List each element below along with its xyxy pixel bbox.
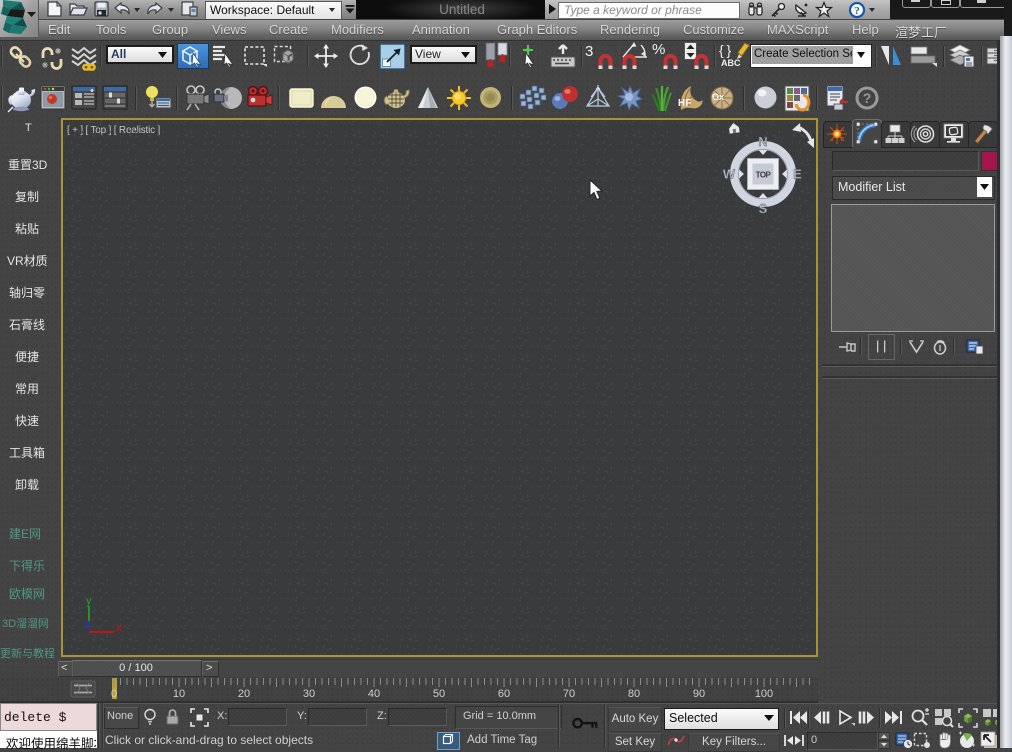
svg-text:20: 20 [238, 688, 250, 700]
svg-text:y: y [86, 595, 92, 607]
svg-text:?: ? [854, 5, 860, 17]
svg-text:0: 0 [111, 688, 117, 700]
svg-text:40: 40 [368, 688, 380, 700]
svg-text:90: 90 [693, 688, 705, 700]
svg-text:80: 80 [628, 688, 640, 700]
svg-text:W: W [723, 167, 736, 182]
svg-text:50: 50 [433, 688, 445, 700]
svg-text:TOP: TOP [756, 171, 772, 180]
svg-text:30: 30 [303, 688, 315, 700]
svg-text:100: 100 [755, 688, 773, 700]
svg-text:x: x [116, 620, 122, 634]
svg-text:S: S [759, 201, 768, 216]
svg-text:60: 60 [498, 688, 510, 700]
svg-text:N: N [758, 134, 767, 149]
svg-text:E: E [793, 167, 802, 182]
svg-text:70: 70 [563, 688, 575, 700]
svg-text:z: z [85, 619, 91, 631]
svg-text:?: ? [863, 90, 872, 106]
svg-text:10: 10 [173, 688, 185, 700]
